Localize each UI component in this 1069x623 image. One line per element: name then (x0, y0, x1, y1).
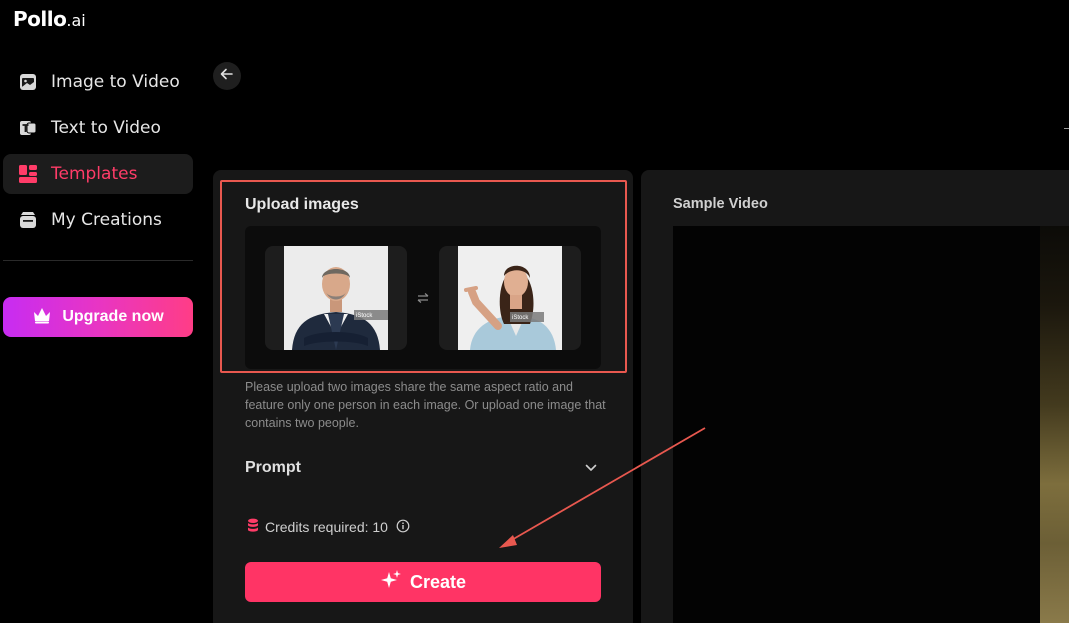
image-slot-1[interactable]: iStock (265, 246, 407, 350)
credits-text: Credits required: 10 (265, 519, 388, 535)
image-slot-2[interactable]: iStock (439, 246, 581, 350)
coins-icon (247, 518, 259, 536)
image-icon (17, 71, 39, 93)
brand-logo[interactable]: Pollo.ai (13, 7, 86, 31)
sidebar-item-templates[interactable]: Templates (3, 154, 193, 194)
upload-hint: Please upload two images share the same … (245, 380, 606, 430)
sparkle-icon (380, 569, 402, 596)
creations-icon (17, 209, 39, 231)
sidebar-divider (3, 260, 193, 261)
upgrade-label: Upgrade now (62, 308, 164, 325)
sidebar-item-label: My Creations (51, 210, 162, 230)
arrow-left-icon (220, 67, 234, 86)
chevron-down-icon (585, 459, 597, 477)
sidebar-item-my-creations[interactable]: My Creations (3, 200, 193, 240)
sidebar-item-image-to-video[interactable]: Image to Video (3, 62, 193, 102)
sample-video-title: Sample Video (673, 196, 768, 212)
upload-title: Upload images (245, 196, 359, 213)
back-button[interactable] (213, 62, 241, 90)
text-icon (17, 117, 39, 139)
create-label: Create (409, 571, 467, 592)
swap-icon[interactable] (415, 290, 431, 306)
watermark-badge: iStock (356, 313, 373, 319)
video-frame-content (1040, 226, 1069, 623)
sidebar-item-label: Image to Video (51, 72, 180, 92)
crown-icon (32, 306, 52, 329)
info-icon[interactable] (396, 519, 410, 536)
upgrade-button[interactable]: Upgrade now (3, 297, 193, 337)
create-button[interactable]: Create (245, 562, 601, 602)
sidebar-item-text-to-video[interactable]: Text to Video (3, 108, 193, 148)
sample-video-player[interactable] (673, 226, 1069, 623)
brand-name: Pollo (13, 7, 67, 31)
uploaded-photo-woman: iStock (458, 246, 562, 350)
watermark-badge: iStock (512, 315, 529, 321)
templates-icon (17, 163, 39, 185)
brand-suffix: .ai (66, 11, 86, 30)
edge-divider (1064, 128, 1069, 129)
sidebar-item-label: Text to Video (51, 118, 161, 138)
sidebar-item-label: Templates (51, 164, 138, 184)
prompt-label: Prompt (245, 459, 301, 476)
uploaded-photo-man: iStock (284, 246, 388, 350)
prompt-toggle[interactable]: Prompt (245, 457, 601, 479)
credits-required: Credits required: 10 (247, 518, 410, 536)
